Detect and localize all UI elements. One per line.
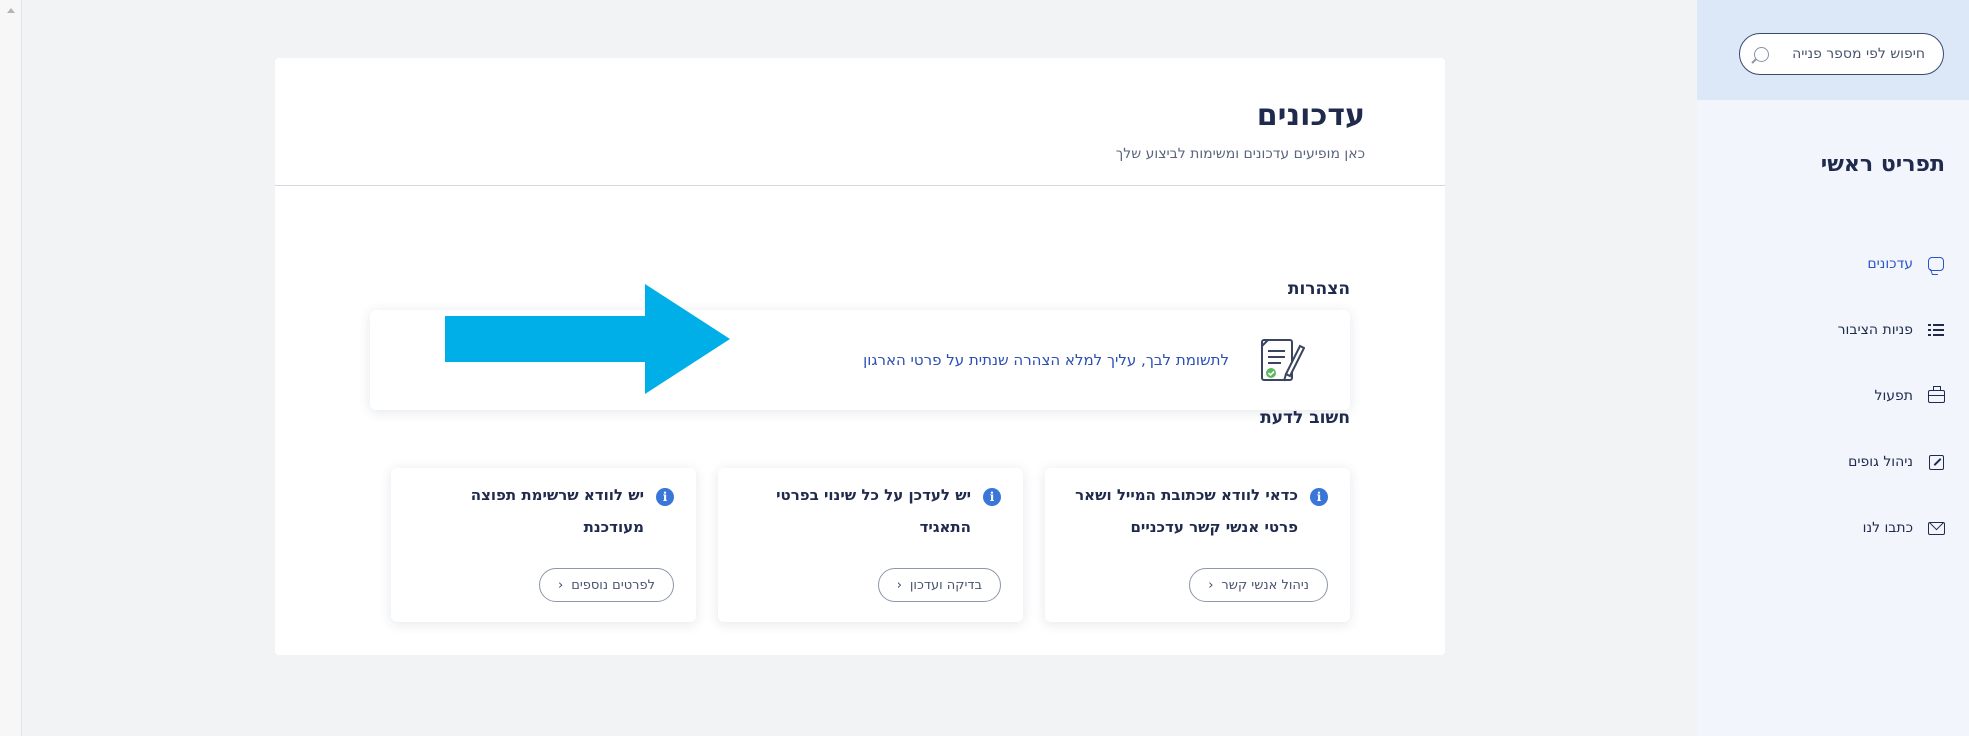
info-icon: i	[983, 488, 1001, 506]
sidebar-item-manage-bodies[interactable]: ניהול גופים	[1725, 452, 1945, 472]
chat-bubble-icon	[1927, 255, 1945, 273]
scroll-up-arrow-icon[interactable]	[7, 8, 15, 13]
page-title: עדכונים	[1256, 98, 1365, 133]
menu-title: תפריט ראשי	[1820, 152, 1945, 177]
sidebar-item-label: ניהול גופים	[1848, 454, 1913, 470]
sidebar-item-label: עדכונים	[1867, 256, 1913, 272]
sidebar-item-operations[interactable]: תפעול	[1725, 385, 1945, 406]
page-subtitle: כאן מופיעים עדכונים ומשימות לביצוע שלך	[1115, 146, 1365, 162]
search-placeholder: חיפוש לפי מספר פנייה	[1792, 46, 1925, 62]
info-cards: i כדאי לוודא שכתובת המייל ושאר פרטי אנשי…	[370, 468, 1350, 622]
info-icon: i	[1310, 488, 1328, 506]
sidebar: חיפוש לפי מספר פנייה תפריט ראשי עדכונים …	[1697, 0, 1969, 736]
important-heading: חשוב לדעת	[1260, 408, 1350, 428]
mail-icon	[1927, 519, 1945, 537]
info-card-text: יש לעדכן על כל שינוי בפרטי התאגיד	[776, 486, 971, 536]
page-scrollbar[interactable]	[0, 0, 22, 736]
button-label: ניהול אנשי קשר	[1221, 577, 1309, 593]
info-card-contacts: i כדאי לוודא שכתובת המייל ושאר פרטי אנשי…	[1045, 468, 1350, 622]
sidebar-item-label: כתבו לנו	[1862, 520, 1913, 536]
sidebar-item-label: תפעול	[1874, 388, 1913, 404]
button-label: לפרטים נוספים	[571, 577, 655, 593]
declarations-heading: הצהרות	[1287, 279, 1350, 299]
check-and-update-button[interactable]: בדיקה ועדכון ‹	[877, 568, 1001, 602]
info-icon: i	[656, 488, 674, 506]
sidebar-menu: עדכונים פניות הציבור תפעול ניהול גופים כ…	[1725, 254, 1945, 584]
briefcase-icon	[1927, 385, 1945, 405]
info-card-text: כדאי לוודא שכתובת המייל ושאר פרטי אנשי ק…	[1075, 486, 1298, 536]
list-icon	[1927, 321, 1945, 339]
search-input[interactable]: חיפוש לפי מספר פנייה	[1739, 33, 1944, 75]
card-header: עדכונים כאן מופיעים עדכונים ומשימות לביצ…	[275, 58, 1445, 186]
sidebar-search-area: חיפוש לפי מספר פנייה	[1697, 0, 1969, 100]
document-sign-icon	[1259, 334, 1306, 386]
updates-card: עדכונים כאן מופיעים עדכונים ומשימות לביצ…	[275, 58, 1445, 655]
blue-arrow-icon	[445, 284, 730, 394]
sidebar-item-updates[interactable]: עדכונים	[1725, 254, 1945, 274]
sidebar-item-contact-us[interactable]: כתבו לנו	[1725, 518, 1945, 538]
chevron-left-icon: ‹	[896, 577, 902, 593]
declaration-link[interactable]: לתשומת לבך, עליך למלא הצהרה שנתית על פרט…	[863, 351, 1229, 369]
info-card-text: יש לוודא שרשימת תפוצה מעודכנת	[470, 486, 644, 536]
chevron-left-icon: ‹	[558, 577, 564, 593]
sidebar-item-public-inquiries[interactable]: פניות הציבור	[1725, 320, 1945, 340]
info-card-corporation: i יש לעדכן על כל שינוי בפרטי התאגיד בדיק…	[718, 468, 1023, 622]
manage-contacts-button[interactable]: ניהול אנשי קשר ‹	[1189, 568, 1328, 602]
edit-icon	[1927, 453, 1945, 471]
chevron-left-icon: ‹	[1208, 577, 1214, 593]
info-card-mailing-list: i יש לוודא שרשימת תפוצה מעודכנת לפרטים נ…	[391, 468, 696, 622]
button-label: בדיקה ועדכון	[909, 577, 982, 593]
more-details-button[interactable]: לפרטים נוספים ‹	[539, 568, 674, 602]
search-icon	[1754, 46, 1769, 62]
sidebar-item-label: פניות הציבור	[1837, 322, 1913, 338]
